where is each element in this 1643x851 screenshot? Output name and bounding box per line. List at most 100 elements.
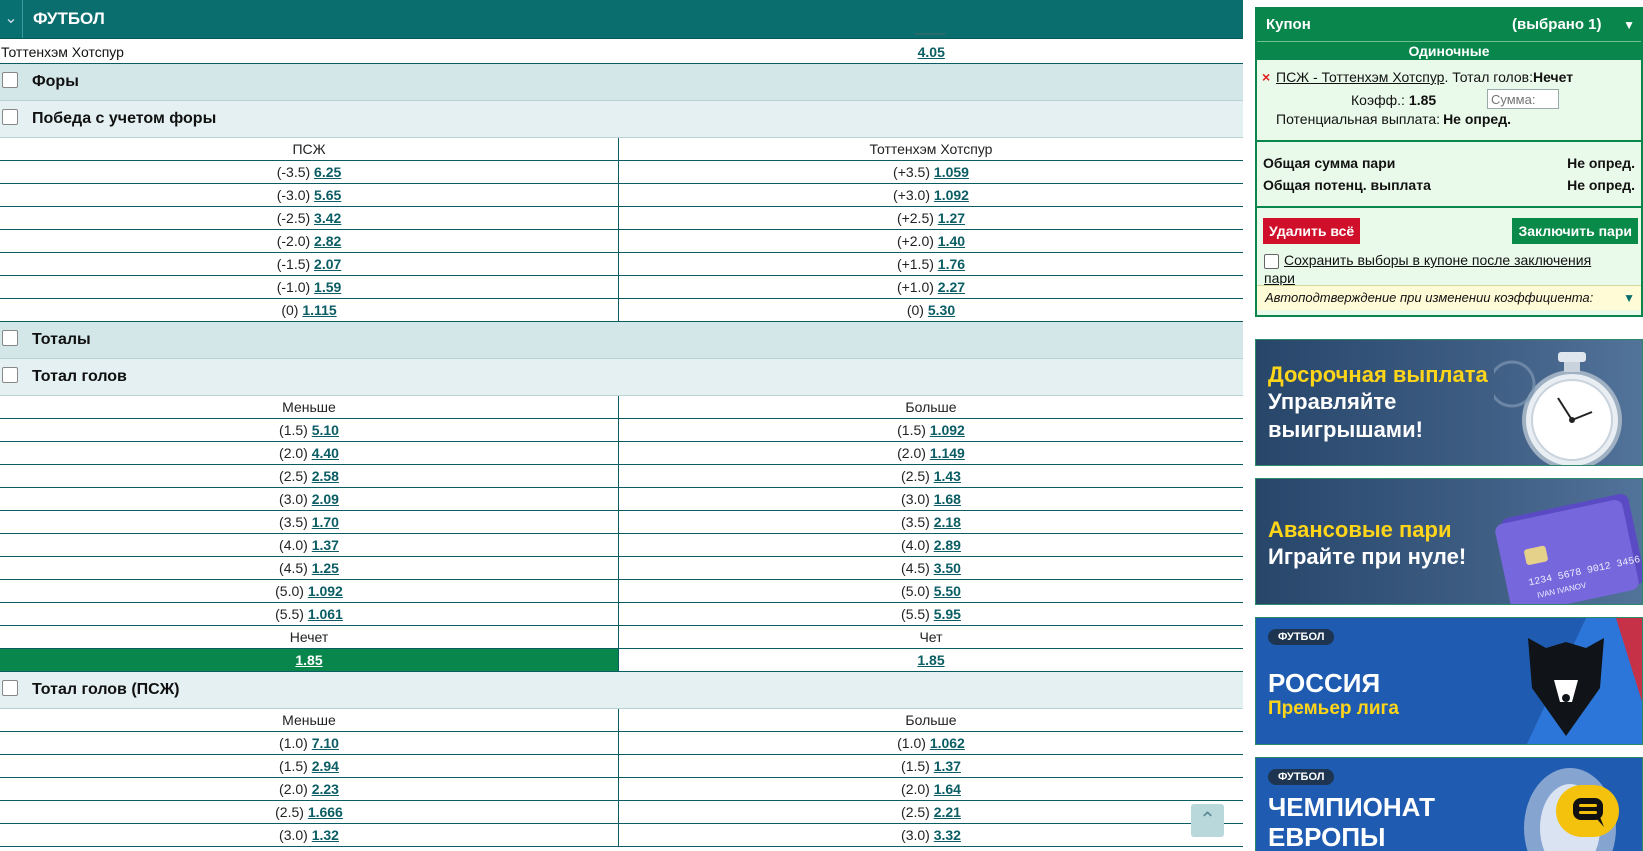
left-odds-cell[interactable]: (3.0) 2.09: [0, 488, 619, 510]
left-odds-cell[interactable]: (5.5) 1.061: [0, 603, 619, 625]
right-odds-cell[interactable]: (3.0) 1.68: [619, 488, 1243, 510]
left-odds-cell[interactable]: (2.5) 1.666: [0, 801, 619, 823]
collapse-button[interactable]: ⌄: [0, 0, 23, 38]
odd-link[interactable]: 1.37: [934, 758, 961, 774]
right-odds-cell[interactable]: (+1.5) 1.76: [619, 253, 1243, 275]
left-odds-cell[interactable]: (3.0) 1.32: [0, 824, 619, 846]
bet-match-link[interactable]: ПСЖ - Тоттенхэм Хотспур: [1276, 69, 1444, 85]
right-odds-cell[interactable]: (2.0) 1.149: [619, 442, 1243, 464]
left-odds-cell[interactable]: (3.5) 1.70: [0, 511, 619, 533]
odd-link[interactable]: 5.30: [928, 302, 955, 318]
chevron-down-icon[interactable]: ▼: [1623, 18, 1635, 32]
keep-selections-checkbox[interactable]: [1264, 254, 1279, 269]
left-odds-cell[interactable]: (1.5) 2.94: [0, 755, 619, 777]
odd-link[interactable]: 7.10: [312, 735, 339, 751]
right-odds-cell[interactable]: (+2.5) 1.27: [619, 207, 1243, 229]
banner-advance-bets[interactable]: Авансовые пари Играйте при нуле! 1234 56…: [1255, 478, 1643, 605]
odd-link[interactable]: 4.40: [312, 445, 339, 461]
odd-cell-selected[interactable]: 1.85: [0, 649, 619, 671]
place-bet-button[interactable]: Заключить пари: [1512, 218, 1638, 244]
odd-link[interactable]: 2.58: [312, 468, 339, 484]
right-odds-cell[interactable]: (+1.0) 2.27: [619, 276, 1243, 298]
odd-link[interactable]: 2.09: [312, 491, 339, 507]
left-odds-cell[interactable]: (0) 1.115: [0, 299, 619, 321]
section-checkbox[interactable]: [2, 680, 18, 696]
odd-link[interactable]: 2.07: [314, 256, 341, 272]
odd-link[interactable]: 1.27: [938, 210, 965, 226]
left-odds-cell[interactable]: (2.5) 2.58: [0, 465, 619, 487]
section-checkbox[interactable]: [2, 72, 18, 88]
odd-value[interactable]: 1.85: [295, 652, 322, 668]
section-total-goals-psg[interactable]: Тотал голов (ПСЖ): [0, 672, 1243, 709]
odd-link[interactable]: 1.666: [308, 804, 343, 820]
right-odds-cell[interactable]: (4.0) 2.89: [619, 534, 1243, 556]
odd-link[interactable]: 1.59: [314, 279, 341, 295]
odd-link[interactable]: 2.89: [934, 537, 961, 553]
odd-link[interactable]: 3.42: [314, 210, 341, 226]
odd-link[interactable]: 5.10: [312, 422, 339, 438]
odd-link[interactable]: 3.32: [934, 827, 961, 843]
right-odds-cell[interactable]: (5.0) 5.50: [619, 580, 1243, 602]
stake-input[interactable]: [1487, 89, 1559, 109]
left-odds-cell[interactable]: (5.0) 1.092: [0, 580, 619, 602]
right-odds-cell[interactable]: (2.5) 2.21: [619, 801, 1243, 823]
section-checkbox[interactable]: [2, 330, 18, 346]
left-odds-cell[interactable]: (2.0) 2.23: [0, 778, 619, 800]
right-odds-cell[interactable]: (2.0) 1.64: [619, 778, 1243, 800]
left-odds-cell[interactable]: (-3.0) 5.65: [0, 184, 619, 206]
left-odds-cell[interactable]: (1.5) 5.10: [0, 419, 619, 441]
odd-link[interactable]: 5.65: [314, 187, 341, 203]
odd-link[interactable]: 6.25: [314, 164, 341, 180]
section-handicaps[interactable]: Форы: [0, 64, 1243, 101]
odd-link[interactable]: 1.149: [930, 445, 965, 461]
odd-link[interactable]: 1.76: [938, 256, 965, 272]
odd-link[interactable]: 1.059: [934, 164, 969, 180]
odd-link[interactable]: 1.115: [302, 302, 336, 318]
odd-link[interactable]: 1.70: [312, 514, 339, 530]
right-odds-cell[interactable]: (3.5) 2.18: [619, 511, 1243, 533]
odd-link[interactable]: 1.64: [934, 781, 961, 797]
odd-link[interactable]: 1.092: [934, 187, 969, 203]
close-icon[interactable]: ×: [1262, 69, 1270, 85]
odd-link[interactable]: 5.95: [934, 606, 961, 622]
chat-button[interactable]: [1556, 785, 1619, 837]
odd-link[interactable]: 1.43: [934, 468, 961, 484]
section-checkbox[interactable]: [2, 109, 18, 125]
team-odd[interactable]: 4.05: [918, 44, 945, 60]
left-odds-cell[interactable]: (-1.0) 1.59: [0, 276, 619, 298]
left-odds-cell[interactable]: (-1.5) 2.07: [0, 253, 619, 275]
odd-link[interactable]: 5.50: [934, 583, 961, 599]
odd-link[interactable]: 1.32: [312, 827, 339, 843]
odd-link[interactable]: 1.40: [938, 233, 965, 249]
left-odds-cell[interactable]: (4.5) 1.25: [0, 557, 619, 579]
right-odds-cell[interactable]: (1.0) 1.062: [619, 732, 1243, 754]
right-odds-cell[interactable]: (4.5) 3.50: [619, 557, 1243, 579]
right-odds-cell[interactable]: (+2.0) 1.40: [619, 230, 1243, 252]
left-odds-cell[interactable]: (2.0) 4.40: [0, 442, 619, 464]
right-odds-cell[interactable]: (5.5) 5.95: [619, 603, 1243, 625]
left-odds-cell[interactable]: (1.0) 7.10: [0, 732, 619, 754]
odd-link[interactable]: 1.092: [308, 583, 343, 599]
left-odds-cell[interactable]: (-2.5) 3.42: [0, 207, 619, 229]
right-odds-cell[interactable]: (0) 5.30: [619, 299, 1243, 321]
odd-link[interactable]: 3.50: [934, 560, 961, 576]
section-total-goals[interactable]: Тотал голов: [0, 359, 1243, 396]
right-odds-cell[interactable]: (3.0) 3.32: [619, 824, 1243, 846]
odd-link[interactable]: 1.25: [312, 560, 339, 576]
left-odds-cell[interactable]: (-2.0) 2.82: [0, 230, 619, 252]
left-odds-cell[interactable]: (-3.5) 6.25: [0, 161, 619, 183]
banner-russia-premier-league[interactable]: ФУТБОЛ РОССИЯ Премьер лига: [1255, 617, 1643, 745]
right-odds-cell[interactable]: (+3.0) 1.092: [619, 184, 1243, 206]
section-totals[interactable]: Тоталы: [0, 322, 1243, 359]
left-odds-cell[interactable]: (4.0) 1.37: [0, 534, 619, 556]
even-cell[interactable]: 1.85: [619, 649, 1243, 671]
odd-link[interactable]: 2.23: [312, 781, 339, 797]
odd-link[interactable]: 1.061: [308, 606, 343, 622]
coupon-header[interactable]: Купон (выбрано 1) ▼: [1257, 9, 1641, 41]
odd-link[interactable]: 1.092: [930, 422, 965, 438]
odd-link[interactable]: 2.18: [934, 514, 961, 530]
odd-link[interactable]: 1.062: [930, 735, 965, 751]
right-odds-cell[interactable]: (+3.5) 1.059: [619, 161, 1243, 183]
section-checkbox[interactable]: [2, 367, 18, 383]
delete-all-button[interactable]: Удалить всё: [1263, 218, 1361, 244]
